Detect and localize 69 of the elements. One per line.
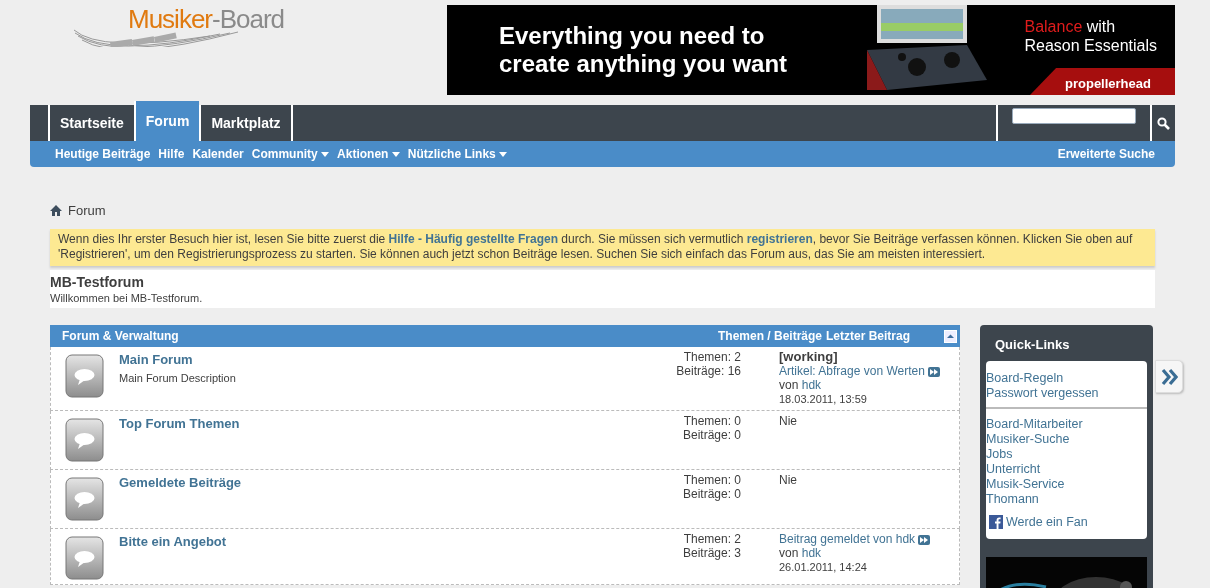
quick-link[interactable]: Board-Regeln: [986, 370, 1147, 386]
next-button[interactable]: [1155, 360, 1183, 393]
forum-title: MB-Testforum: [50, 274, 145, 290]
forum-title-link[interactable]: Top Forum Themen: [119, 414, 240, 434]
ad-brand-logo: propellerhead: [1030, 68, 1175, 95]
double-chevron-icon: [1160, 367, 1178, 386]
post-count: Beiträge: 16: [676, 364, 741, 378]
post-count: Beiträge: 3: [682, 546, 741, 560]
search-icon: [1157, 116, 1170, 130]
collapse-icon[interactable]: [944, 329, 957, 343]
quick-link[interactable]: Passwort vergessen: [986, 385, 1147, 401]
forum-bubble-icon: [64, 353, 106, 399]
quick-link[interactable]: Musik-Service: [986, 476, 1147, 492]
nav-link[interactable]: Kalender: [192, 145, 244, 163]
sidebar-title: Quick-Links: [994, 336, 1071, 354]
column-header: Letzter Beitrag: [826, 328, 912, 345]
post-date: 26.01.2011, 14:24: [779, 560, 868, 574]
go-to-post-icon[interactable]: [918, 534, 931, 545]
post-count: Beiträge: 0: [682, 428, 741, 442]
column-header: Forum & Verwaltung: [62, 328, 180, 345]
ad-banner[interactable]: Everything you need to create anything you want Balance with Reason Essentials propellerhead: [447, 5, 1175, 95]
thread-count: Themen: 2: [682, 532, 741, 546]
forum-title-link[interactable]: Main Forum: [119, 350, 193, 370]
facebook-icon[interactable]: [989, 514, 1003, 529]
forum-bubble-icon: [64, 476, 106, 522]
last-post-text: Nie: [779, 414, 798, 428]
welcome-text: Willkommen bei MB-Testforum.: [50, 290, 204, 306]
quick-link[interactable]: Unterricht: [986, 461, 1147, 477]
nav-tab[interactable]: Forum: [133, 101, 200, 141]
go-to-post-icon[interactable]: [928, 366, 941, 377]
nav-link[interactable]: Community: [251, 145, 330, 163]
last-post-link[interactable]: Beitrag gemeldet von hdk: [779, 532, 916, 546]
forum-bubble-icon: [64, 417, 106, 463]
quick-link[interactable]: Board-Mitarbeiter: [986, 416, 1147, 432]
forum-title-link[interactable]: Gemeldete Beiträge: [119, 473, 242, 493]
column-header: Themen / Beiträge: [717, 328, 822, 345]
author-link[interactable]: hdk: [801, 378, 822, 392]
ad-headline: Everything you need to: [499, 22, 766, 50]
nav-link[interactable]: Heutige Beiträge: [55, 145, 151, 163]
last-post-text: Nie: [779, 473, 798, 487]
author-link[interactable]: hdk: [801, 546, 822, 560]
quick-link[interactable]: Jobs: [986, 446, 1147, 462]
site-logo[interactable]: Musiker-Board: [128, 6, 285, 32]
quick-link[interactable]: Musiker-Suche: [986, 431, 1147, 447]
post-count: Beiträge: 0: [682, 487, 741, 501]
nav-link[interactable]: Erweiterte Suche: [1057, 145, 1155, 163]
ad-headline: create anything you want: [499, 50, 788, 78]
fan-link[interactable]: Werde ein Fan: [1006, 512, 1088, 532]
forum-title-link[interactable]: Bitte ein Angebot: [119, 532, 227, 552]
author-label: von: [779, 378, 799, 392]
search-field[interactable]: [1012, 108, 1136, 124]
notice-text: Wenn dies Ihr erster Besuch hier ist, lesen Sie bitte zuerst die Hilfe - Häufig gestellte Fragen durch. Sie müssen sich vermutlich registrieren, bevor Sie Beiträge verfassen können. Klicken Sie oben auf 'Registrieren', um den Registrierungsprozess zu starten. Sie können auch jetzt schon Beiträge lesen. Suchen Sie sich einfach das Forum aus, das Sie am meisten interessiert.: [50, 228, 1155, 266]
last-post-link[interactable]: Artikel: Abfrage von Werten: [779, 364, 925, 378]
author-label: von: [779, 546, 799, 560]
nav-link[interactable]: Aktionen: [337, 145, 400, 163]
thread-count: Themen: 2: [682, 350, 741, 364]
quick-link[interactable]: Thomann: [986, 491, 1147, 507]
forum-description: Main Forum Description: [119, 370, 237, 386]
breadcrumb-item[interactable]: Forum: [68, 201, 106, 221]
thread-count: Themen: 0: [682, 473, 741, 487]
nav-link[interactable]: Nützliche Links: [407, 145, 508, 163]
ad-tagline: Balance with: [1024, 17, 1117, 36]
post-date: 18.03.2011, 13:59: [779, 392, 868, 406]
forum-bubble-icon: [64, 535, 106, 581]
home-icon[interactable]: [50, 205, 62, 217]
thread-count: Themen: 0: [682, 414, 741, 428]
ad-tagline: Reason Essentials: [1024, 36, 1157, 55]
thread-prefix: [working]: [779, 349, 838, 364]
nav-link[interactable]: Hilfe: [158, 145, 185, 163]
